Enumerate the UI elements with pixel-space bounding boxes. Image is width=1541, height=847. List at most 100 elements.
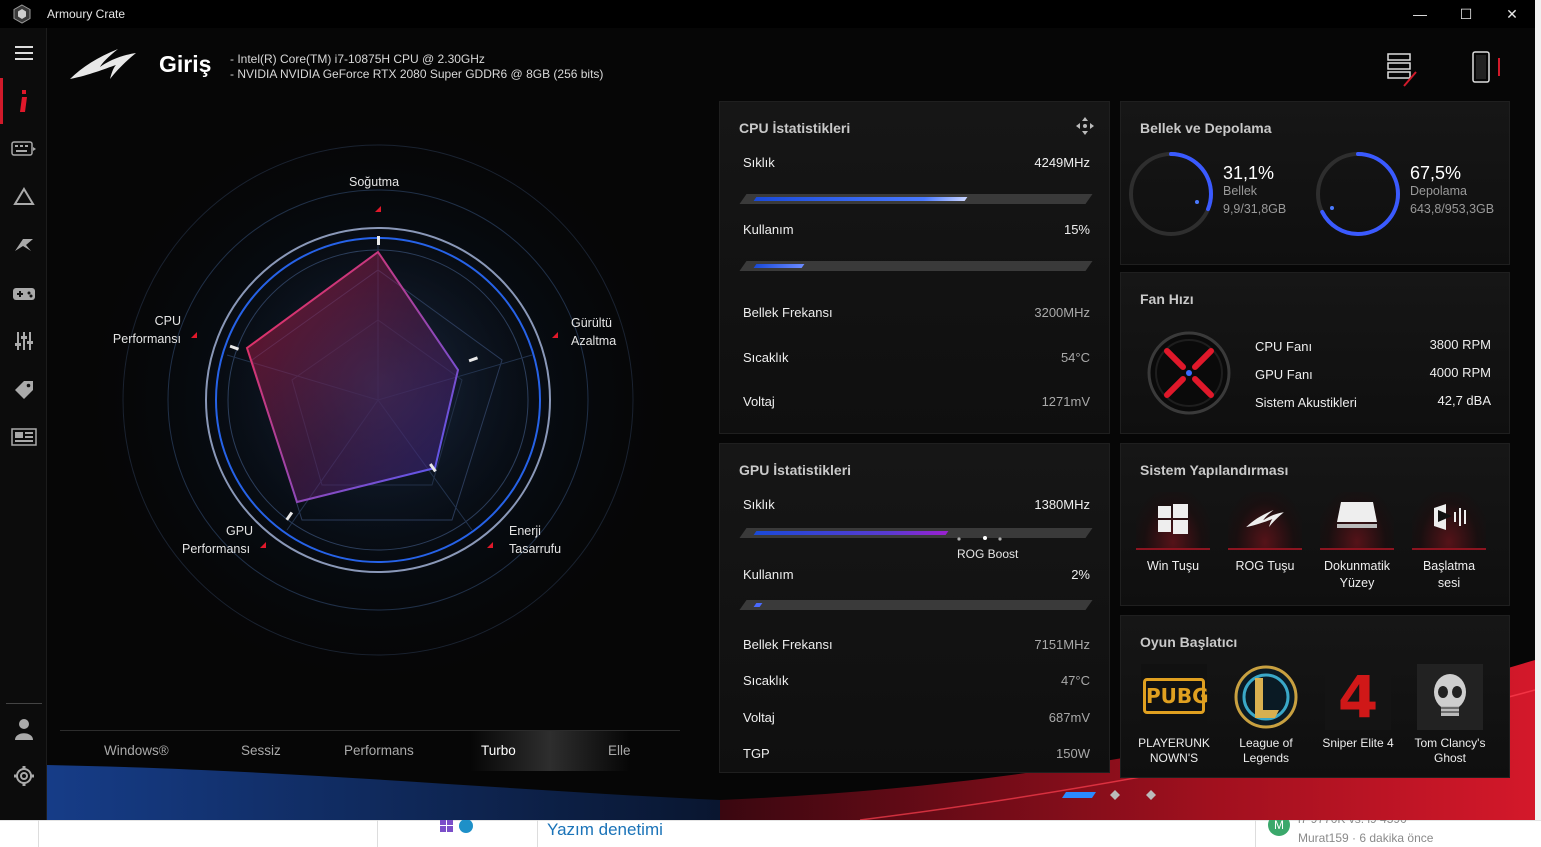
windows-key-icon	[1158, 504, 1188, 534]
device-icon[interactable]	[1470, 50, 1506, 86]
gpu-usage-bar-fill	[753, 603, 763, 607]
rog-logo-icon	[70, 49, 136, 79]
edge-icon[interactable]	[459, 819, 473, 833]
mode-silent[interactable]: Sessiz	[241, 743, 281, 758]
cpu-frequency-value: 4249MHz	[1034, 155, 1090, 170]
app-window: Armoury Crate — ☐ ✕ Giriş - Intel(R) Cor…	[0, 0, 1535, 820]
news-icon[interactable]	[0, 414, 47, 460]
settings-sliders-icon[interactable]	[0, 318, 47, 364]
gpu-frequency-value: 1380MHz	[1034, 497, 1090, 512]
performance-radar: Soğutma Gürültü Azaltma Enerji Tasarrufu G…	[47, 100, 717, 730]
game-launcher-title: Oyun Başlatıcı	[1140, 634, 1238, 650]
cpu-fan-row: CPU Fanı 3800 RPM	[1255, 337, 1491, 354]
close-button[interactable]: ✕	[1489, 0, 1535, 28]
game-sniper-elite-label: Sniper Elite 4	[1322, 736, 1394, 750]
mode-windows[interactable]: Windows®	[104, 743, 169, 758]
radar-label-cooling: Soğutma	[349, 175, 400, 189]
mode-turbo[interactable]: Turbo	[481, 743, 516, 758]
cpu-spec: - Intel(R) Core(TM) i7-10875H CPU @ 2.30…	[230, 52, 485, 66]
rog-key-toggle[interactable]: ROG Tuşu	[1228, 492, 1302, 575]
fan-icon	[1147, 331, 1231, 415]
cpu-usage-label: Kullanım	[743, 222, 794, 237]
touchpad-toggle[interactable]: Dokunmatik Yüzey	[1320, 492, 1394, 592]
game-launcher-panel: Oyun Başlatıcı PUBG PLAYERUNK NOWN'S Leag…	[1120, 615, 1510, 778]
background-divider	[377, 820, 378, 847]
layout-edit-icon[interactable]	[1386, 50, 1420, 90]
system-config-title: Sistem Yapılandırması	[1140, 462, 1289, 478]
radar-label-energy: Enerji Tasarrufu	[509, 524, 562, 556]
game-lol-label: League of Legends	[1239, 736, 1293, 765]
cpu-temp-row: Sıcaklık 54°C	[743, 350, 1090, 365]
mode-selector: Windows® Sessiz Performans Turbo Elle	[60, 730, 680, 771]
fan-speed-title: Fan Hızı	[1140, 291, 1194, 307]
cpu-usage-bar	[739, 261, 1093, 271]
aura-icon[interactable]	[0, 174, 47, 220]
gpu-usage-bar	[739, 600, 1093, 610]
game-pubg-label: PLAYERUNK NOWN'S	[1138, 736, 1210, 765]
boot-sound-icon	[1434, 504, 1466, 530]
windows-icon[interactable]	[440, 819, 454, 833]
cpu-temp-label: Sıcaklık	[743, 350, 789, 365]
cpu-fan-value: 3800 RPM	[1429, 337, 1491, 352]
home-icon[interactable]	[0, 78, 47, 124]
gpu-voltage-value: 687mV	[1048, 710, 1090, 725]
game-ghost-recon[interactable]: Tom Clancy's Ghost	[1407, 664, 1493, 766]
gamepad-icon[interactable]	[0, 270, 47, 316]
rog-boost-markers	[957, 536, 1002, 541]
game-sniper-elite[interactable]: 4 Sniper Elite 4	[1315, 664, 1401, 751]
system-acoustics-value: 42,7 dBA	[1437, 393, 1492, 408]
game-ghost-recon-label: Tom Clancy's Ghost	[1414, 736, 1486, 765]
gpu-memfreq-label: Bellek Frekansı	[743, 637, 833, 652]
gpu-frequency-bar	[739, 528, 1093, 538]
menu-icon[interactable]	[0, 30, 47, 76]
gpu-frequency-row: Sıklık 1380MHz	[743, 497, 1090, 512]
tag-icon[interactable]	[0, 366, 47, 412]
game-pubg[interactable]: PUBG PLAYERUNK NOWN'S	[1131, 664, 1217, 766]
cpu-memfreq-value: 3200MHz	[1034, 305, 1090, 320]
radar-label-gpu: GPU Performansı	[182, 524, 254, 556]
gpu-temp-label: Sıcaklık	[743, 673, 789, 688]
ghost-recon-icon	[1417, 664, 1483, 730]
memory-storage-title: Bellek ve Depolama	[1140, 120, 1272, 136]
storage-percent: 67,5%	[1410, 163, 1462, 183]
gpu-usage-row: Kullanım 2%	[743, 567, 1090, 582]
gear-icon[interactable]	[0, 753, 47, 799]
cpu-memfreq-row: Bellek Frekansı 3200MHz	[743, 305, 1090, 320]
user-icon[interactable]	[0, 706, 47, 752]
gpu-tgp-value: 150W	[1056, 746, 1090, 761]
armoury-crate-logo-icon	[13, 4, 31, 24]
title-bar[interactable]: Armoury Crate — ☐ ✕	[0, 0, 1535, 28]
gpu-voltage-row: Voltaj 687mV	[743, 710, 1090, 725]
memory-percent: 31,1%	[1223, 163, 1275, 183]
background-divider	[537, 820, 538, 847]
cpu-frequency-bar	[739, 194, 1093, 204]
keyboard-icon[interactable]	[0, 126, 47, 172]
boot-sound-toggle[interactable]: Başlatma sesi	[1412, 492, 1486, 592]
boot-sound-label: Başlatma sesi	[1422, 559, 1476, 590]
cpu-stats-title: CPU İstatistikleri	[739, 120, 851, 136]
spellcheck-link[interactable]: Yazım denetimi	[547, 820, 663, 840]
cpu-voltage-value: 1271mV	[1041, 394, 1090, 409]
background-divider	[1255, 820, 1256, 847]
cpu-stats-panel: CPU İstatistikleri Sıklık 4249MHz Kullan…	[719, 101, 1110, 434]
cpu-temp-value: 54°C	[1060, 350, 1090, 365]
win-key-toggle[interactable]: Win Tuşu	[1136, 492, 1210, 575]
minimize-button[interactable]: —	[1397, 0, 1443, 28]
maximize-button[interactable]: ☐	[1443, 0, 1489, 28]
mode-manual[interactable]: Elle	[608, 743, 631, 758]
gpu-voltage-label: Voltaj	[743, 710, 775, 725]
move-icon[interactable]	[1075, 116, 1095, 136]
storage-detail: 643,8/953,3GB	[1410, 202, 1495, 216]
gpu-tgp-row: TGP 150W	[743, 746, 1090, 761]
storage-info: 67,5% Depolama 643,8/953,3GB	[1410, 164, 1494, 218]
gpu-tgp-label: TGP	[743, 746, 770, 761]
gpu-usage-value: 2%	[1071, 567, 1090, 582]
game-lol[interactable]: League of Legends	[1223, 664, 1309, 766]
gpu-frequency-label: Sıklık	[743, 497, 775, 512]
window-title: Armoury Crate	[47, 7, 126, 21]
cpu-usage-bar-fill	[753, 264, 805, 268]
page-indicator[interactable]	[1060, 788, 1160, 802]
gamevisual-icon[interactable]	[0, 222, 47, 268]
memory-label: Bellek	[1223, 184, 1258, 198]
mode-performance[interactable]: Performans	[344, 743, 414, 758]
